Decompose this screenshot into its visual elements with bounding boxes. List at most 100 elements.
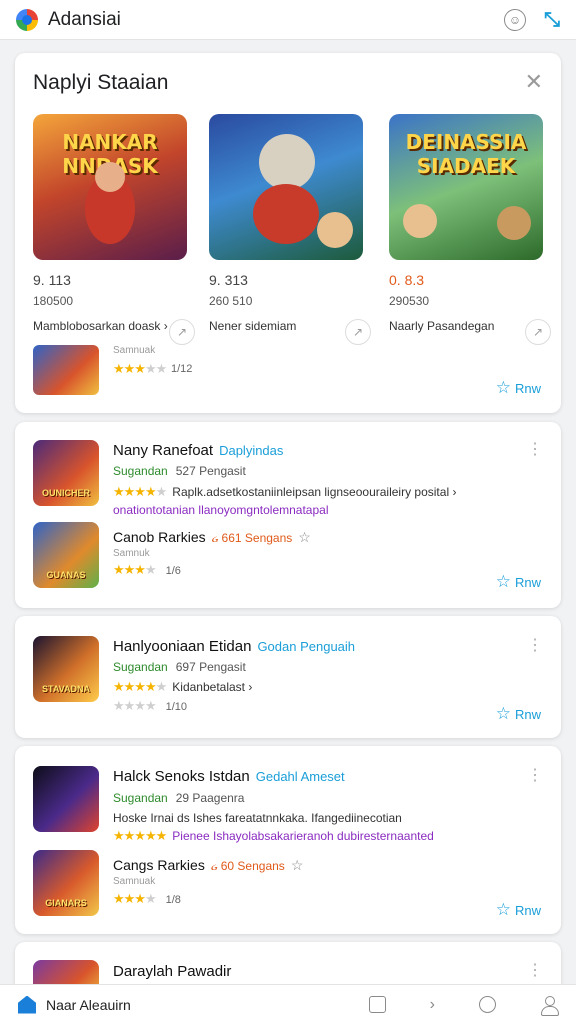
sub-app-subtitle: Samnuk [113,548,150,559]
sub-app-title[interactable]: Cangs Rarkies ᏽ 60 Sengans ☆ [113,857,303,874]
featured-item[interactable]: NANKAR NNDASK ↗ 9. 113 180500 Mamblobosa… [33,114,195,345]
more-options-icon[interactable]: ⋮ [527,442,543,458]
app-tag: Gedahl Ameset [255,769,345,784]
character-sidekick [317,212,353,248]
app-icon[interactable] [33,766,99,832]
character-head [259,134,315,190]
item-size: 180500 [33,294,74,308]
star-outline-icon: ☆ [495,378,511,397]
item-rating: 0. 8.3 [389,272,425,288]
character-head [95,162,125,192]
trend-icon[interactable]: ↗ [169,319,195,345]
more-options-icon[interactable]: ⋮ [527,963,543,979]
item-desc[interactable]: Nener sidemiam [209,319,363,333]
icon-caption: STAVADNA [42,684,90,694]
item-size: 260 510 [209,294,253,308]
library-icon[interactable] [368,996,386,1013]
featured-title: Naplyi Staaian [33,71,169,94]
trend-icon[interactable]: ↗ [525,319,551,345]
stars-filled: ★★★★ [113,679,157,694]
star-outline-icon: ☆ [290,857,304,873]
run-button[interactable]: ☆ Rnw [496,378,541,398]
forward-icon[interactable]: › [430,996,435,1014]
run-button[interactable]: ☆ Rnw [496,704,541,724]
star-rating: ★★★★ 1/8 [113,891,181,907]
app-title[interactable]: Daraylah Pawadir [113,963,231,980]
stars-filled: ★★★★ [113,484,157,499]
more-options-icon[interactable]: ⋮ [527,638,543,654]
rating-count: 1/12 [171,363,193,375]
sub-app-count: ᏽ 661 Sengans [211,531,293,545]
app-link[interactable]: onationtotanian llanoyomgntolemnatapal [113,503,329,517]
character-figure [403,204,437,238]
app-title[interactable]: Hanlyooniaan Etidan Godan Penguaih [113,638,355,655]
meta-text: 527 Pengasit [175,464,246,478]
run-button[interactable]: ☆ Rnw [496,900,541,920]
close-icon[interactable]: ✕ [525,71,543,93]
app-icon[interactable]: OUNICHER [33,440,99,506]
mini-app-row[interactable]: Samnuak ★★★★★ 1/12 [33,345,543,395]
sub-app-count: ᏽ 60 Sengans [210,859,285,873]
icon-caption: GUANAS [46,570,86,580]
app-entry-card: STAVADNA Hanlyooniaan Etidan Godan Pengua… [15,616,561,738]
description-link[interactable]: Pienee Ishayolabsakarieranoh dubirestern… [172,829,434,843]
description-text: Kidanbetalast › [172,680,253,694]
app-icon[interactable]: STAVADNA [33,636,99,702]
stars-empty: ★ [144,891,157,906]
app-name: Hanlyooniaan Etidan [113,638,252,655]
sub-app-name: Cangs Rarkies [113,857,205,873]
account-icon[interactable]: ☺ [504,8,526,31]
home-icon[interactable] [18,995,36,1014]
app-description: ★★★★★ Kidanbetalast › [113,679,252,695]
mini-app-subtitle: Samnuak [113,345,156,356]
trend-icon[interactable]: ↗ [345,319,371,345]
star-rating: ★★★★★ [113,679,167,694]
app-entry-card: Halck Senoks Istdan Gedahl Ameset ⋮ Sugan… [15,746,561,934]
sub-app-name: Canob Rarkies [113,529,206,545]
description-text: Raplk.adsetkostaniinleipsan lignseoourai… [172,485,457,499]
stars-empty: ★★ [144,361,167,376]
app-tag: Daplyindas [219,443,284,458]
app-icon[interactable]: GIANARS [33,850,99,916]
icon-caption: GIANARS [45,898,87,908]
expand-icon[interactable]: ⤡ [544,10,560,30]
item-desc[interactable]: Mamblobosarkan doask › [33,319,187,333]
item-desc[interactable]: Naarly Pasandegan [389,319,543,333]
star-outline-icon: ☆ [495,572,511,591]
featured-item[interactable]: ↗ 9. 313 260 510 Nener sidemiam [209,114,371,345]
stars-filled: ★★★ [113,891,146,906]
app-title: Adansiai [48,8,121,30]
app-name: Nany Ranefoat [113,442,214,459]
app-description: Hoske Irnai ds Ishes fareatatnnkaka. Ifa… [113,811,402,825]
more-options-icon[interactable]: ⋮ [527,768,543,784]
featured-item[interactable]: DEINASSIA SIADAEK ↗ 0. 8.3 290530 Naarly… [389,114,551,345]
app-title[interactable]: Halck Senoks Istdan Gedahl Ameset [113,768,345,785]
app-meta: Sugandan 527 Pengasit [113,464,246,478]
app-title[interactable]: Nany Ranefoat Daplyindas [113,442,283,459]
mini-app-thumbnail [33,345,99,395]
star-outline-icon: ☆ [495,704,511,723]
app-icon[interactable]: GUANAS [33,522,99,588]
game-art: NANKAR NNDASK [33,114,187,260]
app-description: ★★★★★ Raplk.adsetkostaniinleipsan lignseo… [113,484,456,500]
app-tag: Godan Penguaih [257,639,356,654]
bottom-navigation: Naar Aleauirn › [0,984,576,1024]
run-label: Rnw [514,380,541,396]
discover-icon[interactable] [479,996,496,1013]
run-button[interactable]: ☆ Rnw [496,572,541,592]
item-size: 290530 [389,294,430,308]
app-name: Halck Senoks Istdan [113,768,250,785]
item-rating: 9. 313 [209,272,248,288]
icon-caption: OUNICHER [41,488,90,498]
nav-label[interactable]: Naar Aleauirn [46,997,131,1013]
sub-app-subtitle: Samnuak [113,876,156,887]
game-art: DEINASSIA SIADAEK [389,114,543,260]
star-rating: ★★★★ 1/6 [113,562,181,578]
profile-icon[interactable] [540,995,559,1016]
app-meta: Sugandan 697 Pengasit [113,660,246,674]
developer-name: Sugandan [113,464,168,478]
meta-text: 697 Pengasit [175,660,246,674]
run-label: Rnw [514,706,541,722]
developer-name: Sugandan [113,660,168,674]
sub-app-title[interactable]: Canob Rarkies ᏽ 661 Sengans ☆ [113,529,311,546]
